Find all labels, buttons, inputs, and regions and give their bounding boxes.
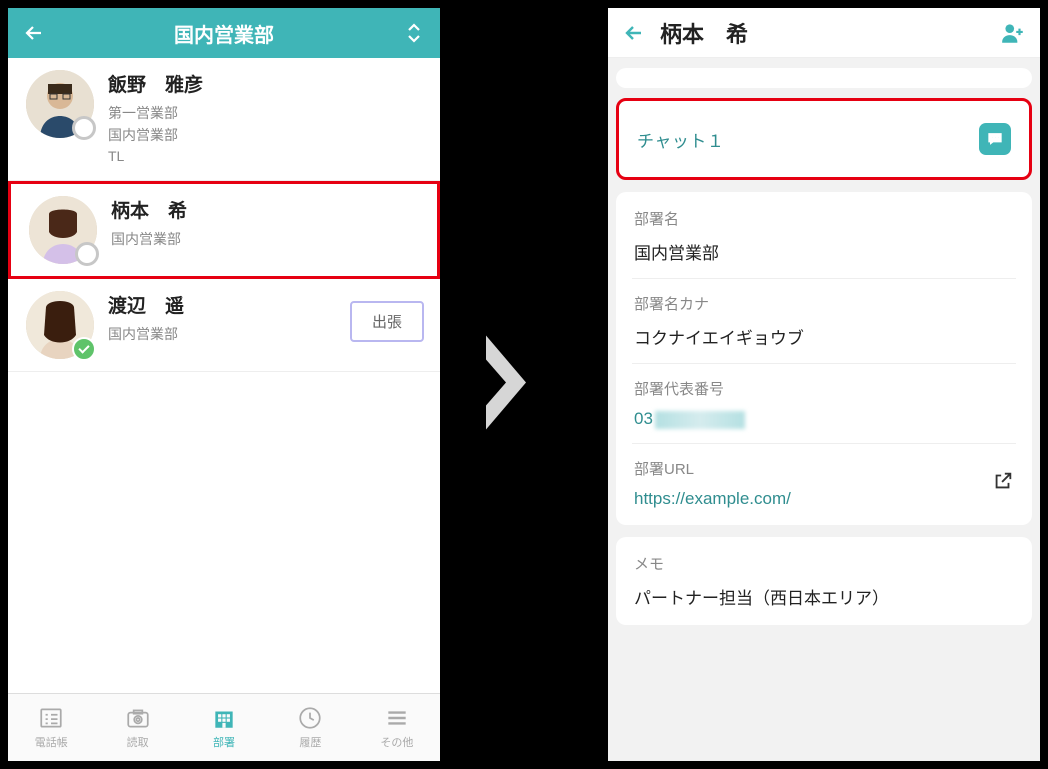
header-right: 柄本 希 bbox=[608, 8, 1040, 58]
contact-dept: 国内営業部 bbox=[108, 125, 426, 147]
contact-info: 飯野 雅彦 第一営業部国内営業部TL bbox=[108, 70, 426, 168]
previous-card-peek bbox=[616, 68, 1032, 88]
chat-label: チャット１ bbox=[637, 127, 724, 152]
status-indicator bbox=[75, 242, 99, 266]
tab-label: その他 bbox=[380, 734, 413, 750]
contact-dept: 国内営業部 bbox=[111, 229, 423, 251]
tab-other[interactable]: その他 bbox=[354, 694, 440, 761]
contact-info: 柄本 希 国内営業部 bbox=[111, 196, 423, 251]
contact-detail-title: 柄本 希 bbox=[660, 17, 986, 49]
avatar bbox=[29, 196, 97, 264]
dept-kana-label: 部署名カナ bbox=[634, 293, 1014, 314]
contact-detail-screen: 柄本 希 チャット１ 部署名 国内営業部 部署名カナ コクナイエイギョウブ 部署… bbox=[608, 8, 1040, 761]
tab-label: 履歴 bbox=[299, 734, 321, 750]
away-badge: 出張 bbox=[350, 301, 424, 342]
tab-label: 電話帳 bbox=[35, 734, 68, 750]
chat-card[interactable]: チャット１ bbox=[616, 98, 1032, 180]
status-indicator bbox=[72, 116, 96, 140]
dept-kana-value: コクナイエイギョウブ bbox=[634, 324, 1014, 349]
avatar bbox=[26, 291, 94, 359]
tab-history[interactable]: 履歴 bbox=[267, 694, 353, 761]
chat-icon bbox=[979, 123, 1011, 155]
detail-content: チャット１ 部署名 国内営業部 部署名カナ コクナイエイギョウブ 部署代表番号 … bbox=[608, 58, 1040, 647]
contact-dept: 第一営業部 bbox=[108, 103, 426, 125]
department-info-card: 部署名 国内営業部 部署名カナ コクナイエイギョウブ 部署代表番号 03 部署U… bbox=[616, 192, 1032, 525]
tab-bar: 電話帳 読取 部署 履歴 その他 bbox=[8, 693, 440, 761]
back-button[interactable] bbox=[622, 21, 646, 45]
tab-contacts[interactable]: 電話帳 bbox=[8, 694, 94, 761]
status-indicator bbox=[72, 337, 96, 361]
open-external-icon[interactable] bbox=[992, 470, 1014, 497]
dept-label: 部署名 bbox=[634, 208, 1014, 229]
back-button[interactable] bbox=[22, 21, 46, 45]
contact-name: 飯野 雅彦 bbox=[108, 70, 426, 97]
contact-row[interactable]: 渡辺 遥 国内営業部 出張 bbox=[8, 279, 440, 372]
url-value[interactable]: https://example.com/ bbox=[634, 489, 791, 509]
phone-value[interactable]: 03 bbox=[634, 409, 1014, 429]
add-user-button[interactable] bbox=[1000, 20, 1026, 46]
department-list-screen: 国内営業部 飯野 雅彦 第一営業部国内営業部TL 柄本 希 国内営業部 bbox=[8, 8, 440, 761]
url-label: 部署URL bbox=[634, 458, 791, 479]
sort-button[interactable] bbox=[402, 21, 426, 45]
tab-label: 部署 bbox=[213, 734, 235, 750]
tab-label: 読取 bbox=[127, 734, 149, 750]
memo-value: パートナー担当（西日本エリア） bbox=[634, 584, 1014, 609]
contact-row[interactable]: 柄本 希 国内営業部 bbox=[8, 181, 440, 279]
contact-dept: TL bbox=[108, 146, 426, 168]
contact-list: 飯野 雅彦 第一営業部国内営業部TL 柄本 希 国内営業部 渡辺 遥 国内営業部… bbox=[8, 58, 440, 372]
memo-label: メモ bbox=[634, 553, 1014, 574]
memo-card: メモ パートナー担当（西日本エリア） bbox=[616, 537, 1032, 625]
phone-masked bbox=[655, 411, 745, 429]
tab-department[interactable]: 部署 bbox=[181, 694, 267, 761]
contact-name: 柄本 希 bbox=[111, 196, 423, 223]
contact-row[interactable]: 飯野 雅彦 第一営業部国内営業部TL bbox=[8, 58, 440, 181]
header-title: 国内営業部 bbox=[174, 19, 274, 48]
phone-label: 部署代表番号 bbox=[634, 378, 1014, 399]
tab-scan[interactable]: 読取 bbox=[94, 694, 180, 761]
avatar bbox=[26, 70, 94, 138]
arrow-separator bbox=[478, 327, 542, 442]
header-left: 国内営業部 bbox=[8, 8, 440, 58]
dept-value: 国内営業部 bbox=[634, 239, 1014, 264]
